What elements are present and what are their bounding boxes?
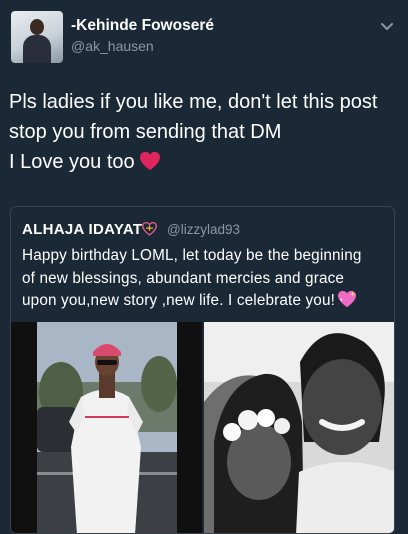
author-handle[interactable]: @ak_hausen: [71, 38, 154, 54]
sparkling-heart-icon: [338, 290, 357, 308]
quoted-line: upon you,new story ,new life. I celebrat…: [22, 292, 336, 309]
author-display-name[interactable]: -Kehinde Fowoseré: [71, 17, 214, 35]
ribbon-heart-icon: [142, 221, 157, 236]
quoted-line: of new blessings, abundant mercies and g…: [22, 269, 345, 287]
quoted-tweet-card[interactable]: ALHAJA IDAYAT @lizzylad93 Happy birthday…: [10, 206, 395, 534]
photo-man-standing-illustration: [11, 322, 202, 533]
photo-couple-selfie-illustration: [204, 322, 394, 533]
photo-man-standing[interactable]: [11, 322, 202, 533]
red-heart-icon: [139, 151, 160, 171]
tweet-line-with-emoji: I Love you too: [9, 147, 404, 177]
tweet-line: Pls ladies if you like me, don't let thi…: [9, 91, 378, 113]
quoted-author-handle: @lizzylad93: [167, 222, 240, 237]
quoted-line: Happy birthday LOML, let today be the be…: [22, 247, 362, 264]
avatar[interactable]: [11, 11, 63, 63]
tweet-line: I Love you too: [9, 151, 135, 173]
chevron-down-icon[interactable]: [380, 22, 394, 32]
tweet-header: -Kehinde Fowoseré @ak_hausen: [0, 0, 408, 70]
tweet-text: Pls ladies if you like me, don't let thi…: [9, 87, 404, 177]
quoted-tweet-text: Happy birthday LOML, let today be the be…: [22, 245, 387, 313]
quoted-line-with-emoji: upon you,new story ,new life. I celebrat…: [22, 290, 387, 313]
photo-couple-selfie[interactable]: [204, 322, 394, 533]
quoted-author-name: ALHAJA IDAYAT: [22, 221, 143, 238]
tweet-line: stop you from sending that DM: [9, 121, 282, 143]
